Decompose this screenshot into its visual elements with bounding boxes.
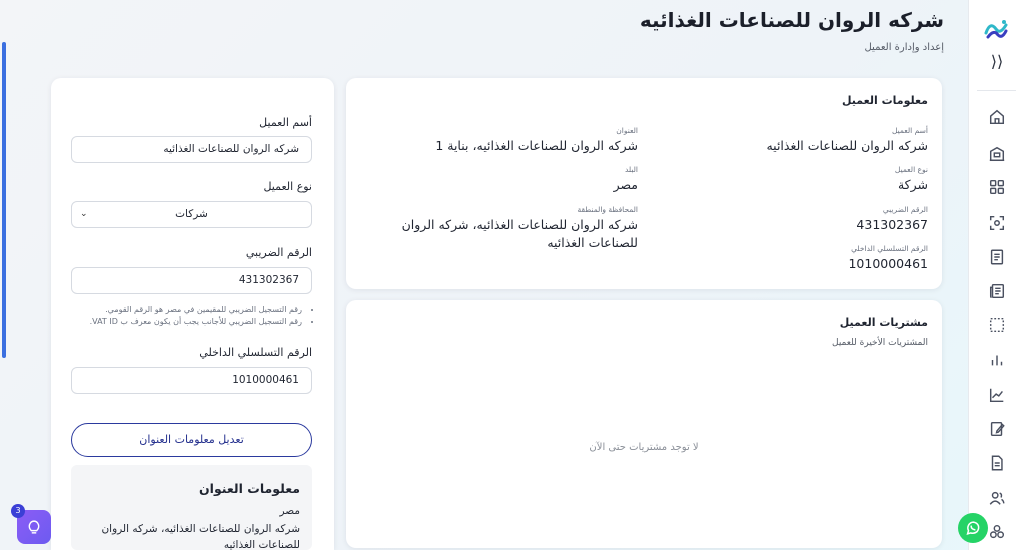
home-icon xyxy=(989,109,1005,125)
tax-note: رقم التسجيل الضريبي للأجانب يجب أن يكون … xyxy=(71,316,302,328)
edit-address-button[interactable]: تعديل معلومات العنوان xyxy=(71,423,312,457)
info-region: المحافظة والمنطقة شركه الروان للصناعات ا… xyxy=(401,205,638,250)
info-tax-number: الرقم الضريبي 431302367 xyxy=(856,205,928,232)
address-info-title: معلومات العنوان xyxy=(198,481,300,496)
invoice-icon xyxy=(991,455,1003,471)
purchases-empty-message: لا توجد مشتريات حتى الآن xyxy=(589,442,699,453)
sidebar-item-scan[interactable] xyxy=(969,209,1024,237)
integrations-icon xyxy=(989,524,1005,539)
info-address: العنوان شركه الروان للصناعات الغذائيه، ب… xyxy=(435,126,638,153)
address-info-box: معلومات العنوان مصر شركه الروان للصناعات… xyxy=(71,465,312,550)
customer-info-card: معلومات العميل أسم العميل شركه الروان لل… xyxy=(346,78,942,289)
purchases-title: مشتريات العميل xyxy=(839,316,928,329)
info-internal-serial: الرقم التسلسلي الداخلي 1010000461 xyxy=(848,244,928,271)
sidebar-item-analytics[interactable] xyxy=(969,381,1024,409)
users-icon xyxy=(989,491,1005,505)
whatsapp-icon xyxy=(966,521,980,535)
customer-info-title: معلومات العميل xyxy=(841,94,928,107)
info-customer-type: نوع العميل شركة xyxy=(894,165,928,192)
sidebar-item-notes[interactable] xyxy=(969,415,1024,443)
line-chart-icon xyxy=(989,388,1004,403)
customer-type-value: شركات xyxy=(175,208,208,220)
scroll-indicator[interactable] xyxy=(2,42,6,358)
form-serial-label: الرقم التسلسلي الداخلي xyxy=(199,346,312,359)
tax-note: رقم التسجيل الضريبي للمقيمين في مصر هو ا… xyxy=(71,304,302,316)
selection-icon xyxy=(989,317,1005,333)
sidebar-item-selection[interactable] xyxy=(969,311,1024,339)
chevron-down-icon: ⌄ xyxy=(80,209,88,219)
sidebar-rail: ⟩⟩ xyxy=(968,0,1024,550)
page-title: شركه الروان للصناعات الغذائيه xyxy=(639,8,944,32)
form-tax-label: الرقم الضريبي xyxy=(245,246,312,259)
whatsapp-button[interactable] xyxy=(958,513,988,543)
sidebar-item-home[interactable] xyxy=(969,103,1024,131)
collapse-sidebar-icon[interactable]: ⟩⟩ xyxy=(985,52,1009,72)
address-info-line: شركه الروان للصناعات الغذائيه، شركه الرو… xyxy=(101,523,300,550)
form-name-label: أسم العميل xyxy=(259,116,312,129)
edit-note-icon xyxy=(990,421,1005,437)
address-info-country: مصر xyxy=(279,505,300,517)
sidebar-item-documents[interactable] xyxy=(969,243,1024,271)
document-icon xyxy=(990,249,1004,265)
sidebar-item-users[interactable] xyxy=(969,484,1024,512)
info-country: البلد مصر xyxy=(613,165,638,192)
info-customer-name: أسم العميل شركه الروان للصناعات الغذائيه xyxy=(766,126,928,153)
tax-notes-list: رقم التسجيل الضريبي للمقيمين في مصر هو ا… xyxy=(71,304,312,328)
sidebar-divider xyxy=(977,90,1016,91)
sidebar-item-statistics[interactable] xyxy=(969,346,1024,374)
page-subtitle: إعداد وإدارة العميل xyxy=(864,42,944,53)
customer-name-input[interactable]: شركه الروان للصناعات الغذائيه xyxy=(71,136,312,163)
sidebar-item-invoices[interactable] xyxy=(969,449,1024,477)
newspaper-icon xyxy=(989,283,1005,299)
form-type-label: نوع العميل xyxy=(263,180,312,193)
sidebar-item-company[interactable] xyxy=(969,140,1024,168)
help-badge-count: 3 xyxy=(11,504,25,518)
lightbulb-icon xyxy=(28,520,40,534)
sidebar-item-dashboard[interactable] xyxy=(969,173,1024,201)
scan-icon xyxy=(989,215,1005,231)
customer-edit-form: أسم العميل شركه الروان للصناعات الغذائيه… xyxy=(51,78,334,550)
internal-serial-input[interactable]: 1010000461 xyxy=(71,367,312,394)
app-logo-icon xyxy=(984,20,1008,39)
bar-chart-icon xyxy=(991,355,1003,366)
page-header: شركه الروان للصناعات الغذائيه إعداد وإدا… xyxy=(640,8,944,53)
building-icon xyxy=(989,146,1005,162)
sidebar-item-reports[interactable] xyxy=(969,277,1024,305)
purchases-subtitle: المشتريات الأخيرة للعميل xyxy=(832,338,928,348)
customer-type-select[interactable]: ⌄ شركات xyxy=(71,201,312,228)
tax-number-input[interactable]: 431302367 xyxy=(71,267,312,294)
customer-purchases-card: مشتريات العميل المشتريات الأخيرة للعميل … xyxy=(346,300,942,548)
grid-icon xyxy=(989,179,1005,195)
